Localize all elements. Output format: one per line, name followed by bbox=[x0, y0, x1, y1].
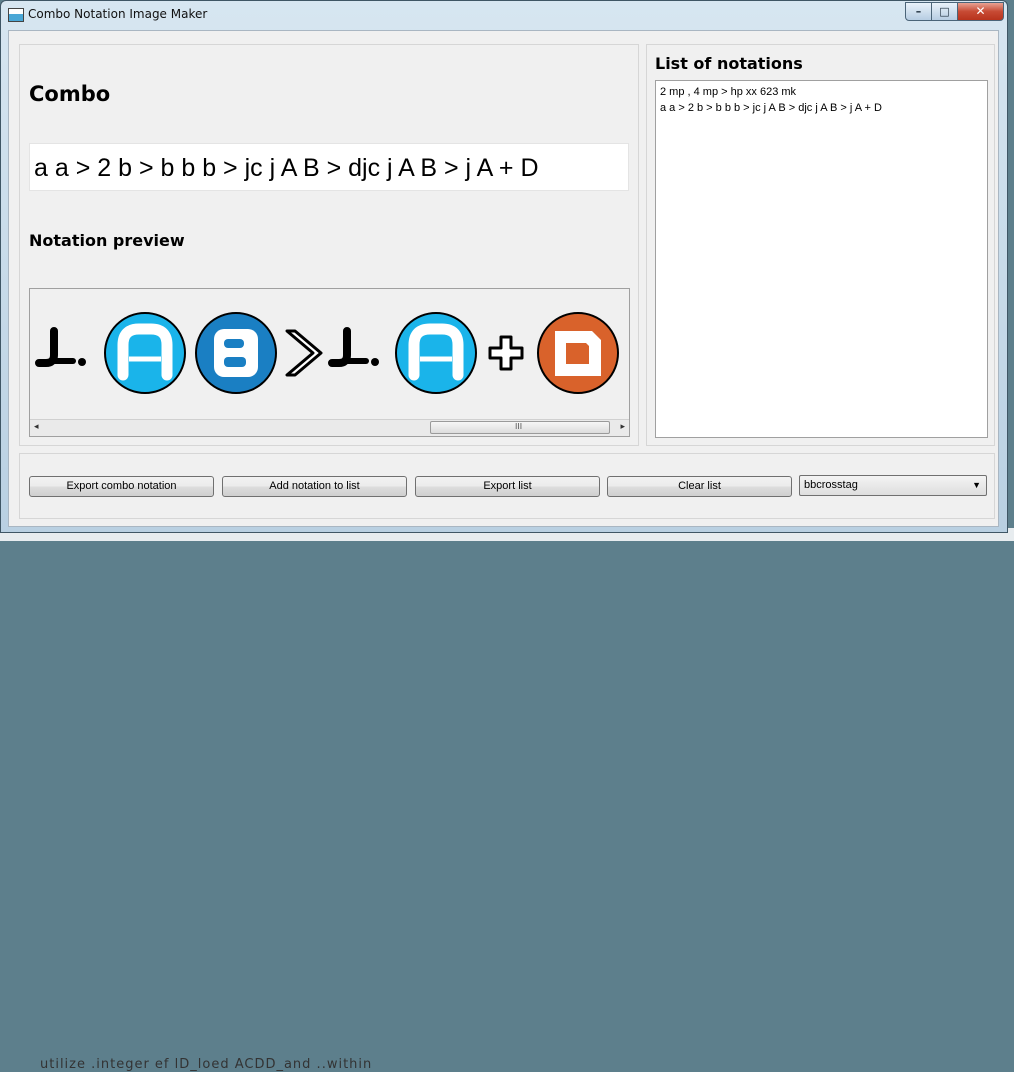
scroll-thumb[interactable]: III bbox=[430, 421, 610, 434]
maximize-button[interactable]: □ bbox=[931, 2, 958, 21]
jump-arrow-icon bbox=[35, 327, 86, 367]
combo-input[interactable]: a a > 2 b > b b b > jc j A B > djc j A B… bbox=[29, 143, 629, 191]
style-select[interactable]: bbcrosstag ▼ bbox=[799, 475, 987, 496]
preview-canvas bbox=[35, 312, 619, 394]
list-heading: List of notations bbox=[655, 54, 803, 73]
scroll-grip: III bbox=[515, 422, 523, 431]
export-list-button[interactable]: Export list bbox=[415, 476, 600, 497]
maximize-icon: □ bbox=[939, 5, 950, 18]
main-window: Combo Notation Image Maker – □ ✕ Combo a… bbox=[0, 0, 1008, 533]
combo-heading: Combo bbox=[29, 82, 111, 106]
preview-heading: Notation preview bbox=[29, 231, 185, 250]
window-title: Combo Notation Image Maker bbox=[28, 7, 208, 21]
style-select-value: bbcrosstag bbox=[804, 479, 858, 491]
background-text: utilize .integer ef lD_loed ACDD_and ..w… bbox=[40, 1057, 373, 1072]
notation-preview: ◂ III ▸ bbox=[29, 288, 630, 437]
b-button-icon bbox=[195, 312, 277, 394]
chevron-right-icon bbox=[285, 329, 323, 377]
title-bar[interactable]: Combo Notation Image Maker – □ ✕ bbox=[1, 1, 1007, 29]
scroll-left-icon[interactable]: ◂ bbox=[34, 422, 39, 432]
add-notation-button[interactable]: Add notation to list bbox=[222, 476, 407, 497]
notation-list[interactable]: 2 mp , 4 mp > hp xx 623 mk a a > 2 b > b… bbox=[655, 80, 988, 438]
close-button[interactable]: ✕ bbox=[957, 2, 1004, 21]
list-item[interactable]: 2 mp , 4 mp > hp xx 623 mk bbox=[660, 84, 983, 100]
client-area: Combo a a > 2 b > b b b > jc j A B > djc… bbox=[8, 30, 999, 527]
minimize-button[interactable]: – bbox=[905, 2, 932, 21]
a-button-icon bbox=[395, 312, 477, 394]
clear-list-button[interactable]: Clear list bbox=[607, 476, 792, 497]
a-button-icon bbox=[104, 312, 186, 394]
list-item[interactable]: a a > 2 b > b b b > jc j A B > djc j A B… bbox=[660, 100, 983, 116]
dropdown-arrow-icon[interactable]: ▼ bbox=[972, 476, 981, 495]
close-icon: ✕ bbox=[975, 4, 986, 18]
list-panel: List of notations 2 mp , 4 mp > hp xx 62… bbox=[646, 44, 995, 446]
combo-panel: Combo a a > 2 b > b b b > jc j A B > djc… bbox=[19, 44, 639, 446]
jump-arrow-icon bbox=[328, 327, 379, 367]
preview-scrollbar[interactable]: ◂ III ▸ bbox=[30, 419, 629, 436]
scroll-right-icon[interactable]: ▸ bbox=[620, 422, 625, 432]
d-button-icon bbox=[537, 312, 619, 394]
export-combo-button[interactable]: Export combo notation bbox=[29, 476, 214, 497]
app-icon bbox=[8, 8, 24, 22]
minimize-icon: – bbox=[915, 5, 922, 18]
plus-icon bbox=[488, 335, 524, 371]
